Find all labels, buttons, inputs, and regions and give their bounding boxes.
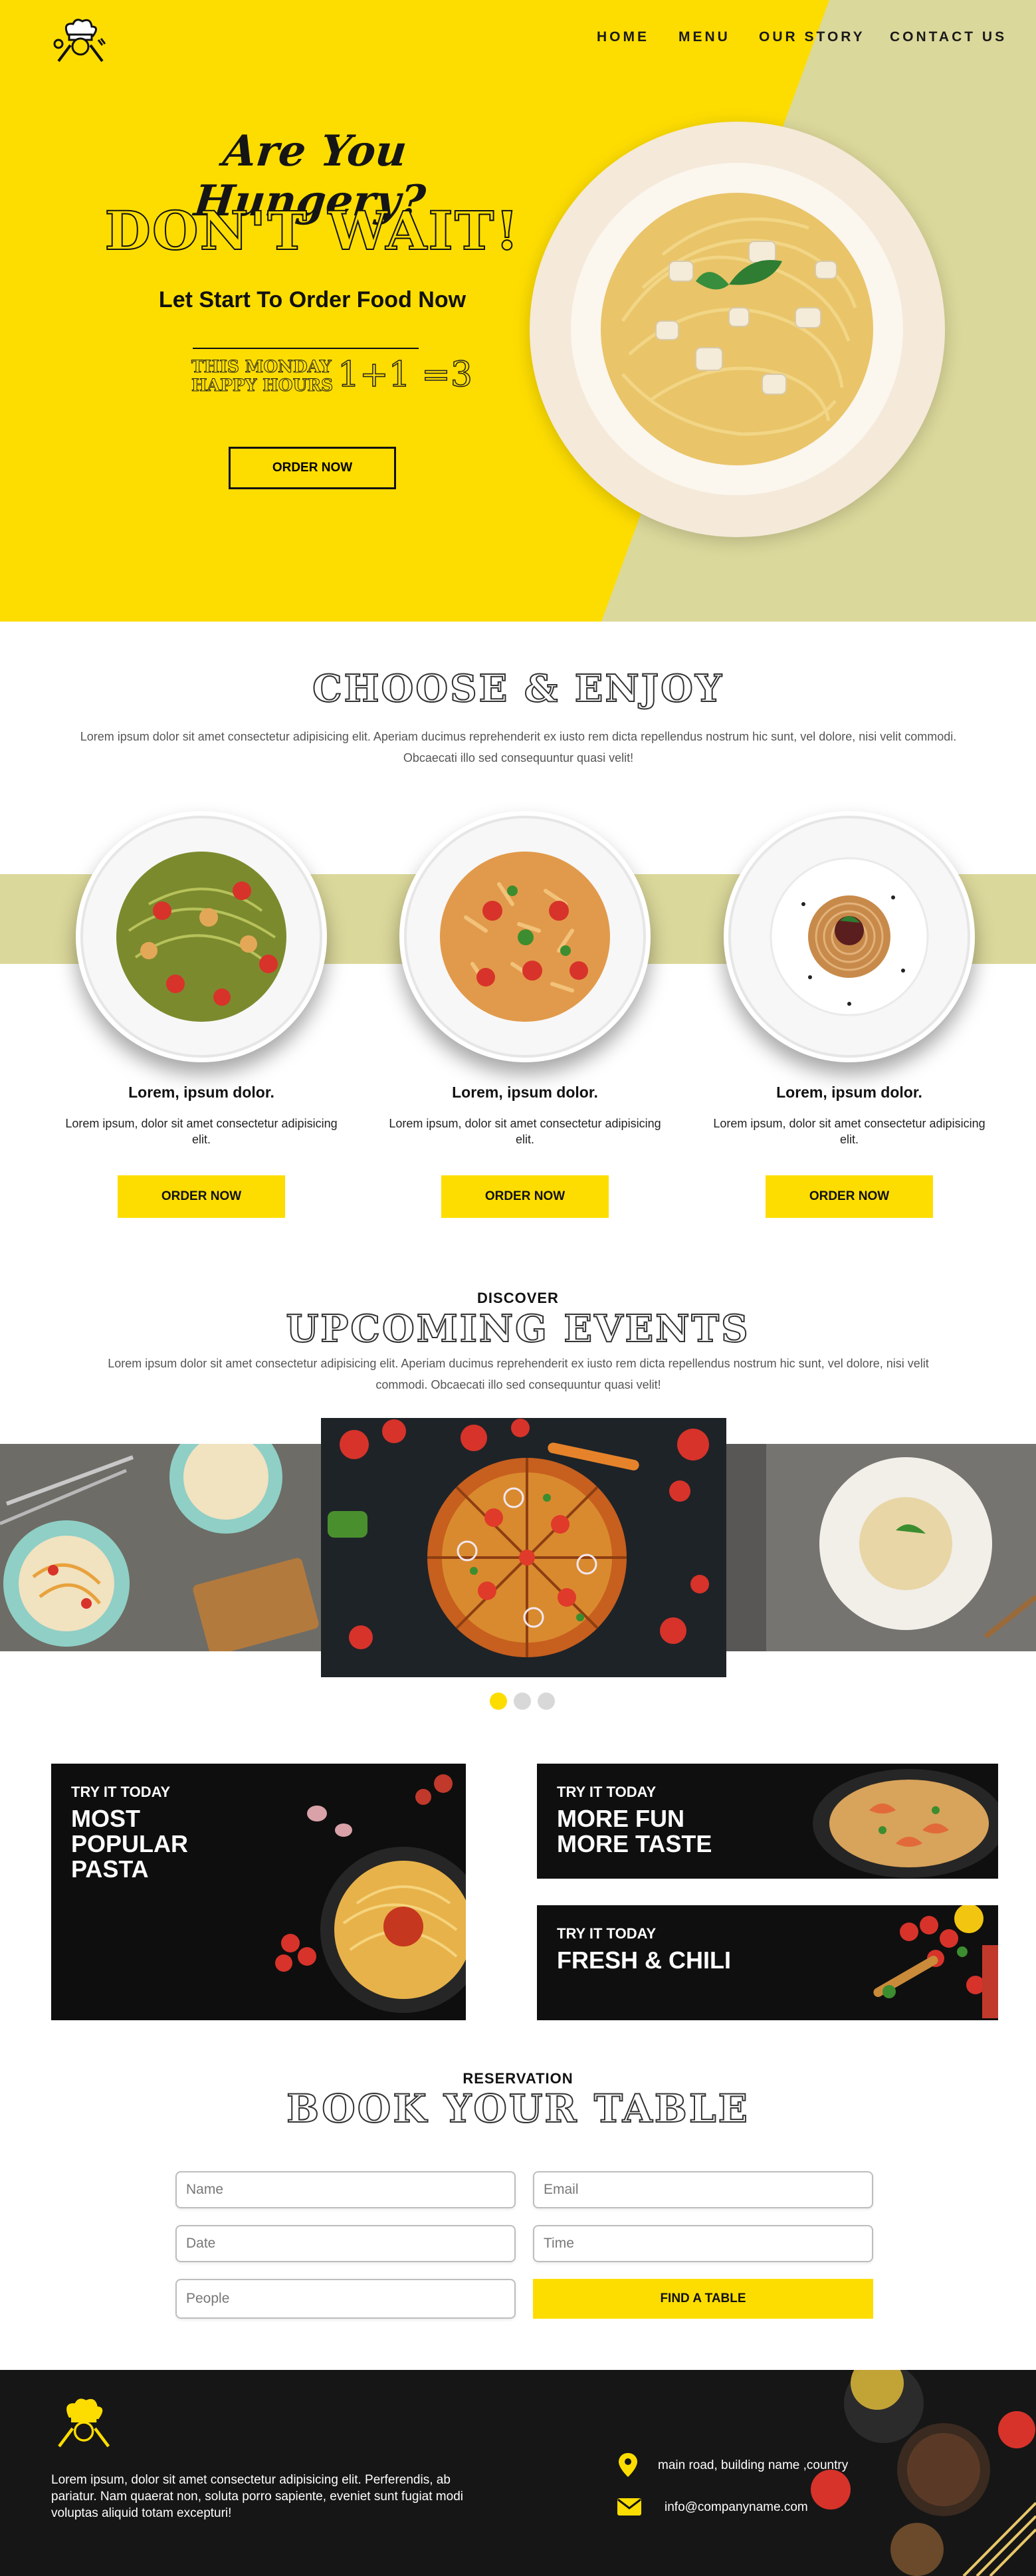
promo-offer: 1+1 =3 (337, 354, 472, 396)
footer-address: main road, building name ,country (658, 2458, 849, 2472)
events-title: UPCOMING EVENTS (285, 1306, 750, 1351)
dish-order-button-3[interactable]: ORDER NOW (766, 1175, 933, 1218)
promo-title-2: MORE FUN MORE TASTE (557, 1805, 712, 1857)
promo-title-3: FRESH & CHILI (557, 1946, 732, 1974)
events-text: Lorem ipsum dolor sit amet consectetur a… (108, 1357, 929, 1391)
dish-title-3: Lorem, ipsum dolor. (776, 1084, 922, 1101)
promo-kicker-3: TRY IT TODAY (557, 1925, 657, 1942)
name-input[interactable] (175, 2171, 516, 2208)
chef-logo-icon[interactable] (53, 15, 106, 65)
nav-home[interactable]: HOME (597, 29, 649, 45)
reservation-title: BOOK YOUR TABLE (286, 2085, 750, 2132)
dish-desc-2: Lorem ipsum, dolor sit amet consectetur … (389, 1117, 661, 1146)
dish-plate-3 (724, 811, 975, 1062)
events-kicker: DISCOVER (477, 1290, 559, 1306)
carousel-slide-prev[interactable] (0, 1444, 321, 1651)
location-pin-icon (617, 2452, 639, 2478)
reservation-kicker: RESERVATION (463, 2070, 573, 2087)
promo-card-fun[interactable]: TRY IT TODAY MORE FUN MORE TASTE (537, 1764, 998, 1879)
choose-text: Lorem ipsum dolor sit amet consectetur a… (80, 730, 957, 764)
promo-title-1: MOST POPULAR PASTA (71, 1805, 189, 1883)
hero-section: HOME MENU OUR STORY CONTACT US Are You H… (0, 0, 1036, 622)
footer-chef-logo-icon[interactable] (53, 2394, 113, 2451)
dish-plate-2 (399, 811, 651, 1062)
hero-divider (193, 348, 419, 349)
dish-title-1: Lorem, ipsum dolor. (128, 1084, 274, 1101)
carousel-dot-2[interactable] (514, 1693, 531, 1710)
time-input[interactable] (533, 2225, 873, 2262)
promo-card-pasta[interactable]: TRY IT TODAY MOST POPULAR PASTA (51, 1764, 466, 2020)
dish-plate-1 (76, 811, 327, 1062)
nav-menu[interactable]: MENU (678, 29, 730, 45)
hero-pasta-plate (530, 122, 945, 537)
carousel-dot-3[interactable] (538, 1693, 555, 1710)
dish-order-button-2[interactable]: ORDER NOW (441, 1175, 609, 1218)
footer-about: Lorem ipsum, dolor sit amet consectetur … (51, 2473, 463, 2520)
footer: Lorem ipsum, dolor sit amet consectetur … (0, 2370, 1036, 2576)
dish-order-button-1[interactable]: ORDER NOW (118, 1175, 285, 1218)
promo-kicker-2: TRY IT TODAY (557, 1784, 657, 1800)
carousel-slide-next[interactable] (726, 1444, 1036, 1651)
dish-title-2: Lorem, ipsum dolor. (452, 1084, 598, 1101)
carousel-dot-1[interactable] (490, 1693, 507, 1710)
email-input[interactable] (533, 2171, 873, 2208)
promo-label: THIS MONDAY HAPPY HOURS (191, 357, 334, 395)
promo-kicker-1: TRY IT TODAY (71, 1784, 171, 1800)
date-input[interactable] (175, 2225, 516, 2262)
hero-order-button[interactable]: ORDER NOW (229, 447, 396, 489)
hero-headline: DON'T WAIT! (104, 199, 520, 263)
footer-email-link[interactable]: info@companyname.com (665, 2499, 808, 2516)
dish-desc-3: Lorem ipsum, dolor sit amet consectetur … (713, 1117, 985, 1146)
nav-contact-us[interactable]: CONTACT US (890, 29, 1007, 45)
find-table-button[interactable]: FIND A TABLE (533, 2279, 873, 2319)
dish-desc-1: Lorem ipsum, dolor sit amet consectetur … (65, 1117, 338, 1146)
people-input[interactable] (175, 2279, 516, 2319)
nav-our-story[interactable]: OUR STORY (759, 29, 865, 45)
hero-subheadline: Let Start To Order Food Now (158, 287, 466, 312)
promo-line-2: HAPPY HOURS (191, 376, 334, 395)
carousel-slide-active[interactable] (321, 1418, 726, 1677)
promo-line-1: THIS MONDAY (191, 357, 332, 376)
mail-icon (617, 2498, 642, 2516)
choose-title: CHOOSE & ENJOY (312, 666, 724, 711)
promo-card-chili[interactable]: TRY IT TODAY FRESH & CHILI (537, 1905, 998, 2020)
